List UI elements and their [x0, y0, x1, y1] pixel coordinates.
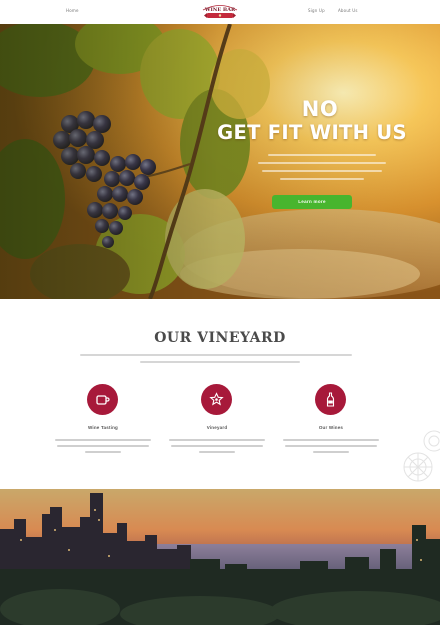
- top-nav: Home WINE BAR Sign Up About Us: [0, 0, 440, 24]
- feature-text-line: [285, 445, 377, 447]
- feature-text-line: [199, 451, 235, 453]
- bottle-icon: [326, 392, 335, 407]
- feature-text-line: [57, 445, 149, 447]
- hero-text-line: [280, 178, 364, 180]
- feature-label: Vineyard: [206, 425, 228, 430]
- section-intro-line: [80, 354, 352, 356]
- city-skyline-image: [0, 489, 440, 625]
- hero-title-line1: NO: [301, 97, 339, 121]
- cup-icon: [96, 395, 110, 405]
- logo-text: WINE BAR: [204, 7, 236, 13]
- hero-cta-button[interactable]: Learn more: [272, 195, 352, 209]
- nav-link-signup[interactable]: Sign Up: [308, 8, 325, 13]
- hero-title-line2: GET FIT WITH US: [217, 121, 407, 144]
- decorative-pattern: [403, 430, 440, 482]
- hero-text-line: [268, 154, 376, 156]
- section-intro-line: [140, 361, 300, 363]
- feature-icon-circle[interactable]: [315, 384, 346, 415]
- section-title: OUR VINEYARD: [154, 330, 286, 346]
- nav-link-home[interactable]: Home: [66, 8, 79, 13]
- feature-text-line: [171, 445, 263, 447]
- hero-text-line: [258, 162, 386, 164]
- feature-icon-circle[interactable]: [87, 384, 118, 415]
- vineyard-section: OUR VINEYARD Wine Tasting Vineyard Our W…: [0, 299, 440, 489]
- feature-label: Wine Tasting: [87, 425, 119, 430]
- feature-text-line: [55, 439, 151, 441]
- feature-text-line: [313, 451, 349, 453]
- nav-link-about[interactable]: About Us: [338, 8, 358, 13]
- feature-label: Our Wines: [318, 425, 344, 430]
- feature-icon-circle[interactable]: [201, 384, 232, 415]
- site-logo[interactable]: WINE BAR: [199, 3, 241, 22]
- feature-text-line: [283, 439, 379, 441]
- hero-text-line: [262, 170, 382, 172]
- feature-text-line: [169, 439, 265, 441]
- badge-icon: [209, 392, 224, 406]
- feature-text-line: [85, 451, 121, 453]
- hero-banner: NO GET FIT WITH US Learn more: [0, 24, 440, 299]
